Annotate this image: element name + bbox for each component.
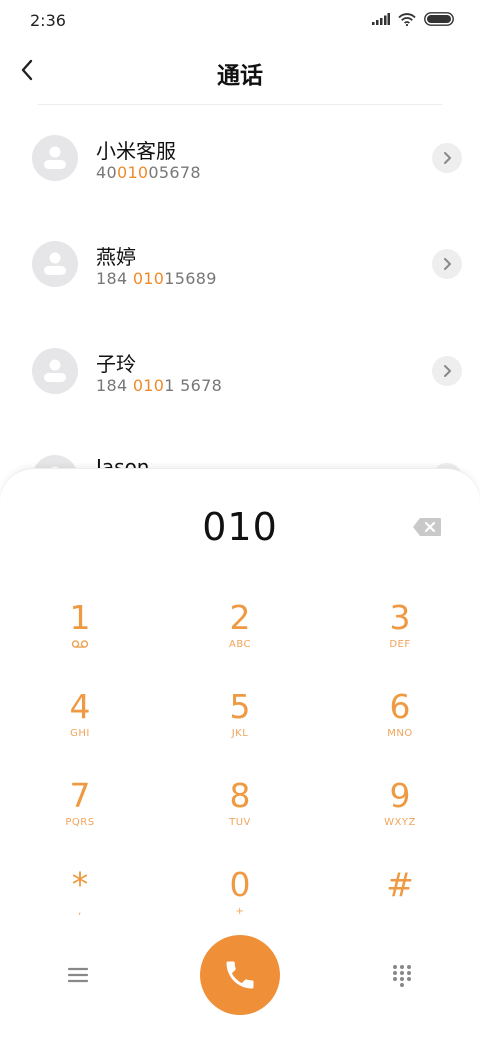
key-0[interactable]: 0 +	[180, 866, 300, 946]
contact-name: 燕婷	[96, 245, 136, 269]
key-letters: DEF	[389, 639, 411, 650]
avatar	[32, 348, 78, 394]
key-4[interactable]: 4 GHI	[20, 688, 140, 768]
key-letters: WXYZ	[384, 817, 416, 828]
person-icon	[44, 359, 66, 382]
key-letters	[340, 906, 460, 920]
page-title: 通话	[217, 63, 263, 89]
key-hash[interactable]: #	[340, 866, 460, 946]
contact-number: 4001005678	[96, 163, 201, 182]
person-icon	[44, 252, 66, 275]
contact-number: 184 01015689	[96, 269, 217, 288]
dialpad-icon	[393, 965, 411, 987]
key-3[interactable]: 3 DEF	[340, 599, 460, 679]
key-letters: ,	[78, 906, 82, 917]
key-9[interactable]: 9 WXYZ	[340, 777, 460, 857]
backspace-button[interactable]	[412, 517, 442, 539]
dialed-number: 010	[202, 505, 278, 549]
key-digit: 3	[389, 598, 411, 637]
contact-name: 小米客服	[96, 139, 176, 163]
key-7[interactable]: 7 PQRS	[20, 777, 140, 857]
status-bar: 2:36	[0, 0, 480, 40]
menu-button[interactable]	[66, 963, 90, 987]
key-digit: 8	[229, 776, 251, 815]
dialpad-toggle-button[interactable]	[390, 963, 414, 987]
call-icon	[226, 961, 254, 989]
wifi-icon	[398, 12, 416, 26]
person-icon	[44, 146, 66, 169]
key-digit: 5	[229, 687, 251, 726]
key-letters: JKL	[231, 728, 249, 739]
contact-item[interactable]: 子玲 184 0101 5678	[0, 318, 480, 424]
key-6[interactable]: 6 MNO	[340, 688, 460, 768]
key-letters: ABC	[228, 639, 251, 650]
contact-detail-button[interactable]	[432, 249, 462, 279]
voicemail-icon	[20, 639, 140, 653]
key-digit: 0	[229, 865, 251, 904]
contact-item[interactable]: 小米客服 4001005678	[0, 105, 480, 211]
key-digit: 1	[69, 598, 91, 637]
key-letters: GHI	[70, 728, 90, 739]
key-letters: TUV	[229, 817, 251, 828]
key-letters: PQRS	[65, 817, 95, 828]
key-digit: 6	[389, 687, 411, 726]
battery-icon	[424, 12, 454, 26]
status-time: 2:36	[30, 11, 66, 30]
key-5[interactable]: 5 JKL	[180, 688, 300, 768]
key-digit: 2	[229, 598, 251, 637]
key-1[interactable]: 1	[20, 599, 140, 679]
header: 通话	[0, 44, 480, 96]
key-digit: 9	[389, 776, 411, 815]
contact-name: 子玲	[96, 352, 136, 376]
avatar	[32, 135, 78, 181]
key-2[interactable]: 2 ABC	[180, 599, 300, 679]
key-letters: +	[235, 906, 245, 917]
chevron-right-icon	[444, 258, 451, 270]
key-8[interactable]: 8 TUV	[180, 777, 300, 857]
contact-item[interactable]: 燕婷 184 01015689	[0, 211, 480, 317]
key-digit: *	[71, 865, 89, 904]
contact-detail-button[interactable]	[432, 356, 462, 386]
call-button[interactable]	[200, 935, 280, 1015]
dialer-actions	[0, 935, 480, 1019]
dialpad-panel: 010 1 2 ABC 3 DEF 4 GHI 5 JKL 6 MNO 7 PQ…	[0, 468, 480, 1041]
chevron-right-icon	[444, 365, 451, 377]
key-digit: 7	[69, 776, 91, 815]
menu-icon	[67, 967, 89, 983]
avatar	[32, 241, 78, 287]
key-digit: #	[386, 865, 414, 904]
status-icons	[372, 12, 454, 26]
key-digit: 4	[69, 687, 91, 726]
contact-detail-button[interactable]	[432, 143, 462, 173]
key-letters: MNO	[387, 728, 413, 739]
backspace-icon	[413, 518, 441, 536]
contact-list: 小米客服 4001005678 燕婷 184 01015689 子玲 184 0…	[0, 105, 480, 480]
chevron-right-icon	[444, 152, 451, 164]
key-star[interactable]: * ,	[20, 866, 140, 946]
signal-icon	[372, 13, 390, 25]
contact-number: 184 0101 5678	[96, 376, 223, 395]
